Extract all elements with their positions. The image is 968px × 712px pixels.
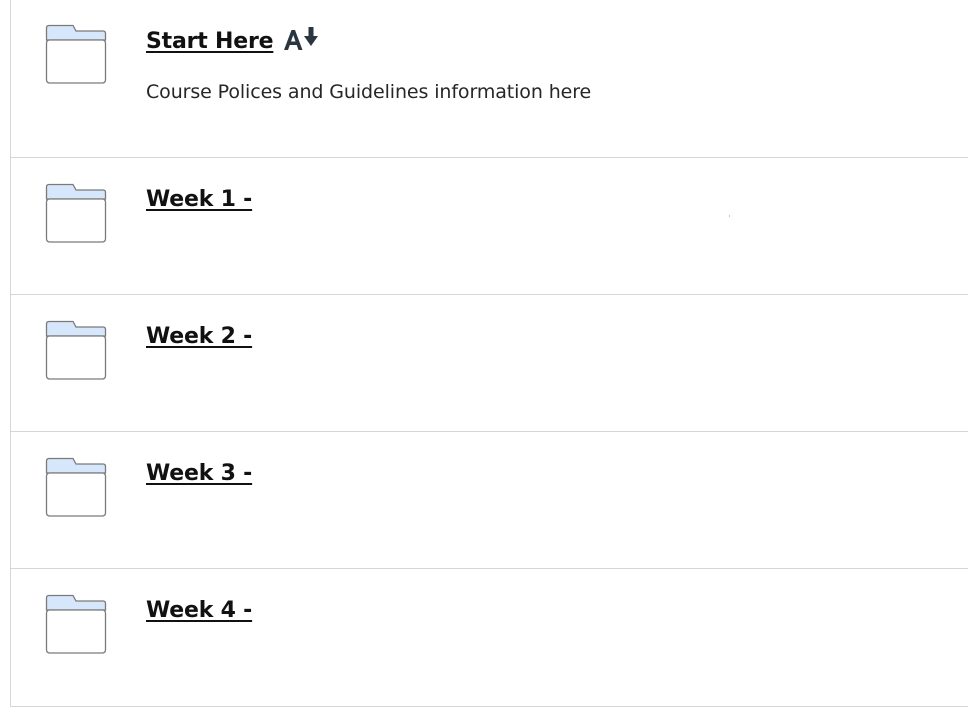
week-2-link[interactable]: Week 2 -	[146, 324, 252, 349]
content-item-week-1: Week 1 -	[11, 158, 968, 295]
folder-icon[interactable]	[45, 183, 107, 245]
folder-icon[interactable]	[45, 594, 107, 656]
course-content-list: Start Here Course Polices and Guidelines…	[10, 0, 968, 707]
week-1-link[interactable]: Week 1 -	[146, 187, 252, 212]
folder-icon[interactable]	[45, 320, 107, 382]
content-item-start-here: Start Here Course Polices and Guidelines…	[11, 0, 968, 158]
start-here-link[interactable]: Start Here	[146, 29, 274, 54]
week-4-link[interactable]: Week 4 -	[146, 598, 252, 623]
folder-icon[interactable]	[45, 24, 107, 86]
content-item-week-2: Week 2 -	[11, 295, 968, 432]
start-here-description: Course Polices and Guidelines informatio…	[146, 81, 592, 103]
content-item-week-3: Week 3 -	[11, 432, 968, 569]
stray-mark	[729, 215, 730, 217]
folder-icon[interactable]	[45, 457, 107, 519]
sort-alpha-down-icon[interactable]	[283, 26, 321, 52]
content-item-week-4: Week 4 -	[11, 569, 968, 706]
title-row: Start Here	[146, 26, 321, 54]
week-3-link[interactable]: Week 3 -	[146, 461, 252, 486]
